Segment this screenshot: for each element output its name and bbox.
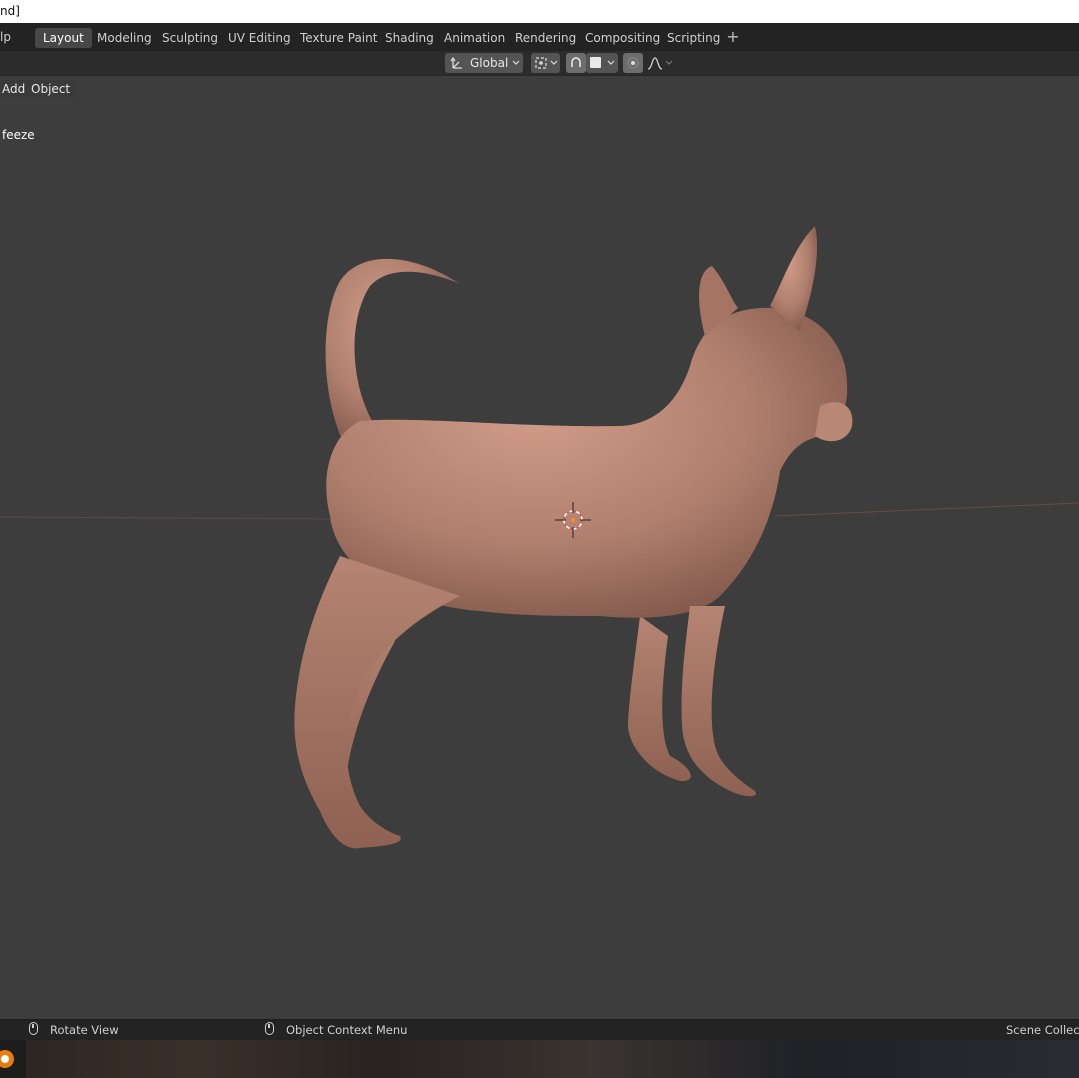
snap-toggle[interactable] — [566, 53, 586, 73]
tab-sculpting[interactable]: Sculpting — [154, 28, 226, 48]
window-titlebar: nd] — [0, 0, 1079, 23]
tab-scripting[interactable]: Scripting — [659, 28, 728, 48]
tab-modeling[interactable]: Modeling — [89, 28, 160, 48]
x-axis-line — [0, 516, 331, 520]
pivot-point-icon — [535, 57, 547, 69]
chevron-down-icon — [665, 60, 673, 65]
mouse-right-icon — [265, 1022, 274, 1035]
os-taskbar — [0, 1040, 1079, 1078]
menu-help[interactable]: lp — [0, 30, 11, 44]
mouse-left-icon — [29, 1022, 38, 1035]
falloff-dropdown[interactable] — [645, 53, 675, 73]
status-hint-context-menu: Object Context Menu — [286, 1023, 408, 1037]
workspace-bar: lp Layout Modeling Sculpting UV Editing … — [0, 23, 1079, 51]
tab-shading[interactable]: Shading — [377, 28, 442, 48]
tab-texture-paint[interactable]: Texture Paint — [292, 28, 385, 48]
add-workspace-button[interactable]: + — [725, 27, 741, 47]
viewport-header: Global — [0, 51, 1079, 76]
status-bar: Rotate View Object Context Menu Scene Co… — [0, 1019, 1079, 1041]
snap-icon — [571, 57, 581, 67]
falloff-curve-icon — [647, 57, 663, 70]
window-title: nd] — [0, 4, 20, 18]
tab-rendering[interactable]: Rendering — [507, 28, 584, 48]
snap-element-icon — [590, 57, 601, 68]
transform-orientation-icon — [450, 56, 462, 69]
tab-compositing[interactable]: Compositing — [577, 28, 668, 48]
status-hint-rotate: Rotate View — [50, 1023, 119, 1037]
snap-element-dropdown[interactable] — [586, 53, 618, 73]
orientation-label: Global — [470, 56, 509, 70]
chevron-down-icon — [512, 60, 520, 65]
tab-layout[interactable]: Layout — [35, 28, 92, 48]
pivot-point-dropdown[interactable] — [531, 53, 560, 73]
proportional-edit-toggle[interactable] — [623, 53, 643, 73]
blender-icon — [0, 1050, 14, 1068]
proportional-edit-icon — [627, 57, 639, 69]
status-scene-collection: Scene Collectio — [1006, 1023, 1079, 1037]
tab-uv-editing[interactable]: UV Editing — [220, 28, 299, 48]
transform-orientation-dropdown[interactable]: Global — [445, 53, 523, 73]
taskbar-blender-slot[interactable] — [0, 1040, 26, 1078]
tab-animation[interactable]: Animation — [436, 28, 513, 48]
chevron-down-icon — [550, 60, 558, 65]
viewport-3d[interactable] — [0, 76, 1079, 1019]
x-axis-line — [774, 502, 1079, 517]
chevron-down-icon — [607, 60, 615, 65]
